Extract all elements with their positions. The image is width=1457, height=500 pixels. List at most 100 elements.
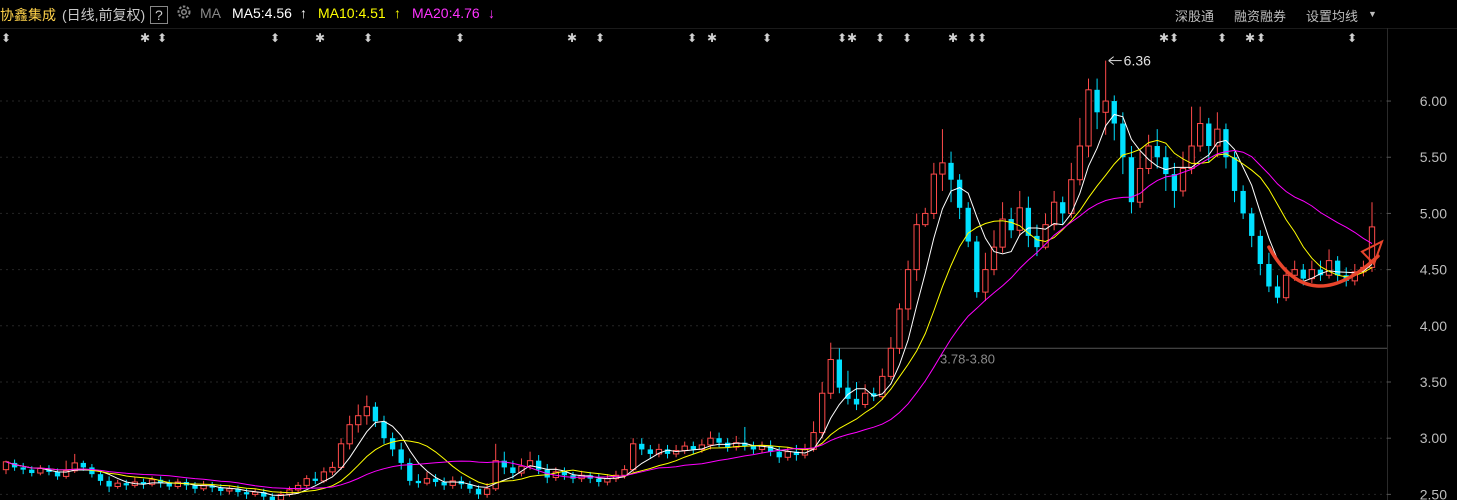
candle-body — [106, 480, 112, 487]
candlestick-chart[interactable]: 3.78-3.80 ⬍ ✱ ⬍ ⬍ ✱ ⬍ ⬍ ✱ ⬍ ⬍ ✱ ⬍ ⬍ ✱ ⬍ ⬍ ✱ ⬍ ⬍ ✱ ⬍ ⬍ ✱ ⬍ ⬍ 6.36… — [0, 0, 1457, 500]
candle-body — [1334, 260, 1341, 276]
candle — [1171, 162, 1178, 208]
candle-body — [750, 446, 757, 450]
candle — [1188, 106, 1195, 175]
candle — [999, 202, 1006, 253]
candle-body — [312, 478, 318, 481]
info-marker-icon: ⬍ — [875, 31, 885, 45]
y-tick-label: 3.50 — [1420, 374, 1447, 390]
candle-body — [329, 466, 336, 473]
candle — [742, 426, 748, 451]
candle-body — [423, 478, 431, 484]
candle-body — [1076, 145, 1084, 181]
y-tick-label: 4.50 — [1420, 262, 1447, 278]
candle — [819, 382, 826, 439]
info-marker-icon: ✱ — [707, 31, 717, 45]
candle — [1025, 196, 1032, 248]
candle — [1308, 260, 1316, 284]
candle — [845, 370, 851, 405]
info-marker-icon: ✱ — [847, 31, 857, 45]
y-tick-label: 5.00 — [1420, 205, 1447, 221]
candle-body — [853, 398, 860, 405]
candle — [758, 441, 766, 453]
candle-body — [604, 478, 611, 483]
candle — [639, 438, 645, 456]
candle-body — [776, 451, 782, 458]
candle — [423, 471, 431, 486]
candle — [629, 438, 637, 472]
candle-body — [1120, 123, 1126, 158]
candle — [312, 471, 318, 485]
candle — [1145, 134, 1152, 175]
candle — [587, 471, 593, 484]
candle-body — [1154, 146, 1160, 158]
candle-body — [1300, 269, 1306, 279]
candle — [37, 465, 44, 476]
candle-body — [29, 469, 35, 474]
info-marker-icon: ⬍ — [1169, 31, 1179, 45]
info-marker-icon: ⬍ — [1347, 31, 1357, 45]
candle-body — [930, 173, 938, 214]
candle-body — [441, 482, 447, 486]
candle — [1214, 112, 1221, 158]
candle-body — [407, 462, 413, 481]
candle — [655, 443, 663, 458]
candle — [303, 475, 310, 488]
candle — [827, 342, 834, 399]
candle — [1060, 196, 1066, 225]
candle-body — [596, 478, 602, 483]
candle-body — [681, 445, 688, 452]
candle — [1136, 151, 1144, 208]
candle-body — [20, 467, 26, 470]
info-marker-icon: ⬍ — [977, 31, 987, 45]
candle — [879, 368, 886, 400]
candle — [1240, 185, 1246, 220]
info-markers: ⬍ ✱ ⬍ ⬍ ✱ ⬍ ⬍ ✱ ⬍ ⬍ ✱ ⬍ ⬍ ✱ ⬍ ⬍ ✱ ⬍ ⬍ ✱ ⬍ ⬍ ✱ ⬍ ⬍ — [1, 31, 1357, 45]
candle-body — [1085, 89, 1092, 147]
y-tick-label: 5.50 — [1420, 149, 1447, 165]
candle — [407, 458, 413, 486]
candle-body — [1111, 101, 1117, 124]
candle — [209, 482, 215, 493]
candle — [337, 438, 345, 470]
candle-body — [510, 467, 516, 474]
info-marker-icon: ⬍ — [1, 31, 11, 45]
candle-body — [827, 359, 834, 394]
candle-body — [372, 406, 379, 422]
info-marker-icon: ⬍ — [762, 31, 772, 45]
candle — [363, 395, 370, 425]
candle-body — [1060, 202, 1066, 214]
candle — [1266, 252, 1272, 293]
candle — [853, 382, 860, 411]
candle — [1128, 146, 1135, 214]
candle-body — [861, 392, 869, 405]
candle-body — [294, 484, 302, 491]
candle — [664, 444, 671, 459]
candle-body — [475, 488, 482, 495]
candle-body — [1034, 235, 1040, 248]
candle — [449, 476, 456, 489]
candle-body — [621, 469, 628, 476]
candle-body — [1008, 219, 1014, 231]
candle — [157, 476, 164, 488]
info-marker-icon: ✱ — [1245, 31, 1255, 45]
candle-body — [647, 449, 654, 454]
candle-body — [629, 443, 637, 471]
candle-body — [913, 224, 920, 271]
candle-body — [904, 269, 912, 310]
candle-body — [1282, 274, 1290, 299]
candle-body — [1257, 235, 1263, 264]
candle — [475, 485, 482, 499]
candle-body — [974, 241, 980, 293]
candle — [114, 479, 121, 489]
candle-body — [337, 443, 345, 468]
candle — [483, 483, 491, 498]
candle-body — [982, 269, 989, 293]
info-marker-icon: ✱ — [140, 31, 150, 45]
candle — [518, 458, 525, 477]
candle-body — [114, 482, 121, 488]
annotations: 6.362.40 — [292, 53, 1384, 500]
candle — [1076, 117, 1084, 186]
candle — [467, 480, 473, 494]
candle-body — [990, 246, 998, 271]
